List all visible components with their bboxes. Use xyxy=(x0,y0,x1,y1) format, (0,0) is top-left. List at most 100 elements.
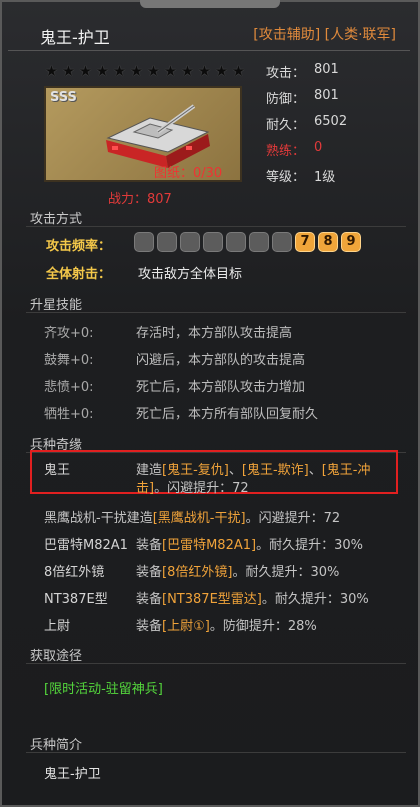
bond-effect: 。耐久提升：30% xyxy=(261,592,369,607)
section-skills-title: 升星技能 xyxy=(30,298,83,313)
star-icon: ★ xyxy=(44,62,59,80)
star-icon: ★ xyxy=(95,62,110,80)
bond-prefix: 建造 xyxy=(136,463,163,478)
bond-name: 黑鹰战机-干扰 xyxy=(44,511,127,526)
bond-effect: 。防御提升：28% xyxy=(209,619,317,634)
stat-label-defense: 防御： xyxy=(266,92,306,107)
star-icon: ★ xyxy=(129,62,144,80)
divider xyxy=(26,752,406,753)
frequency-slot-empty xyxy=(134,232,154,252)
attack-frequency-slots: 7 8 9 xyxy=(134,232,361,252)
aoe-shot-desc: 攻击敌方全体目标 xyxy=(138,267,243,282)
divider xyxy=(26,226,406,227)
bond-link[interactable]: [上尉①] xyxy=(162,619,210,634)
bond-prefix: 建造 xyxy=(126,511,153,526)
star-icon: ★ xyxy=(180,62,195,80)
frequency-slot-empty xyxy=(249,232,269,252)
skill-name: 牺牲+0: xyxy=(44,407,94,422)
skill-name: 齐攻+0: xyxy=(44,326,94,341)
bond-effect: 。闪避提升：72 xyxy=(154,481,249,496)
frequency-slot-empty xyxy=(203,232,223,252)
bond-name: 上尉 xyxy=(44,619,71,634)
obtain-link[interactable]: [限时活动-驻留神兵] xyxy=(44,678,163,697)
star-icon: ★ xyxy=(231,62,246,80)
skill-desc: 死亡后，本方所有部队回复耐久 xyxy=(136,407,319,422)
bond-desc: 装备[8倍红外镜]。耐久提升：30% xyxy=(136,561,339,580)
stat-label-durability: 耐久： xyxy=(266,118,306,133)
section-attack-title: 攻击方式 xyxy=(30,212,83,227)
bond-link[interactable]: [黑鹰战机-干扰] xyxy=(153,511,246,526)
bond-prefix: 装备 xyxy=(136,619,163,634)
stat-label-attack: 攻击： xyxy=(266,66,306,81)
bond-desc: 装备[上尉①]。防御提升：28% xyxy=(136,615,317,634)
combat-power: 战力：807 xyxy=(108,192,172,207)
bond-separator: 、 xyxy=(228,463,242,478)
bond-link[interactable]: [鬼王-冲 xyxy=(322,463,371,478)
bond-link[interactable]: [鬼王-复仇] xyxy=(162,463,229,478)
bond-desc-line2: 击]。闪避提升：72 xyxy=(136,477,249,496)
bond-effect: 。耐久提升：30% xyxy=(232,565,340,580)
frequency-slot-active: 8 xyxy=(318,232,338,252)
star-icon: ★ xyxy=(112,62,127,80)
bond-prefix: 装备 xyxy=(136,565,163,580)
frequency-slot-active: 9 xyxy=(341,232,361,252)
bond-name: 8倍红外镜 xyxy=(44,565,105,580)
section-obtain-title: 获取途径 xyxy=(30,649,83,664)
tag-faction: [人类·联军] xyxy=(324,27,396,43)
frequency-slot-empty xyxy=(180,232,200,252)
bond-desc-line1: 建造[鬼王-复仇]、[鬼王-欺诈]、[鬼王-冲 xyxy=(136,459,371,478)
aoe-shot-label: 全体射击： xyxy=(46,267,112,282)
star-icon: ★ xyxy=(163,62,178,80)
bond-prefix: 装备 xyxy=(136,592,163,607)
frequency-slot-empty xyxy=(226,232,246,252)
stat-value-attack: 801 xyxy=(314,62,339,77)
star-icon: ★ xyxy=(61,62,76,80)
panel-top-cap xyxy=(140,0,280,8)
skill-desc: 闪避后，本方部队的攻击提高 xyxy=(136,353,306,368)
star-icon: ★ xyxy=(78,62,93,80)
attack-frequency-label: 攻击频率： xyxy=(46,239,112,254)
star-rating: ★ ★ ★ ★ ★ ★ ★ ★ ★ ★ ★ ★ xyxy=(44,64,246,80)
divider xyxy=(26,663,406,664)
bond-link[interactable]: [NT387E型雷达] xyxy=(162,592,262,607)
skill-desc: 存活时，本方部队攻击提高 xyxy=(136,326,293,341)
bond-desc: 装备[NT387E型雷达]。耐久提升：30% xyxy=(136,588,369,607)
stat-value-durability: 6502 xyxy=(314,114,348,129)
star-icon: ★ xyxy=(146,62,161,80)
frequency-slot-empty xyxy=(157,232,177,252)
bond-link[interactable]: 击] xyxy=(136,481,154,496)
divider xyxy=(8,50,410,51)
skill-name: 鼓舞+0: xyxy=(44,353,94,368)
bond-link[interactable]: [鬼王-欺诈] xyxy=(242,463,309,478)
unit-tags: [攻击辅助] [人类·联军] xyxy=(253,24,396,44)
bond-row: 黑鹰战机-干扰建造[黑鹰战机-干扰]。闪避提升：72 xyxy=(44,507,340,526)
bond-name: 鬼王 xyxy=(44,463,71,478)
stat-value-defense: 801 xyxy=(314,88,339,103)
divider xyxy=(26,312,406,313)
bond-separator: 、 xyxy=(308,463,322,478)
stat-value-proficiency: 0 xyxy=(314,140,323,155)
tag-role: [攻击辅助] xyxy=(253,27,321,43)
bond-effect: 。耐久提升：30% xyxy=(256,538,363,553)
bond-name: 巴雷特M82A1 xyxy=(44,538,128,553)
section-intro-title: 兵种简介 xyxy=(30,738,83,753)
skill-name: 悲愤+0: xyxy=(44,380,94,395)
bond-desc: 装备[巴雷特M82A1]。耐久提升：30% xyxy=(136,534,363,553)
unit-title: 鬼王-护卫 xyxy=(40,28,110,47)
bond-link[interactable]: [巴雷特M82A1] xyxy=(162,538,256,553)
star-icon: ★ xyxy=(214,62,229,80)
frequency-slot-empty xyxy=(272,232,292,252)
blueprint-count: 图纸：0/30 xyxy=(154,166,223,181)
stat-label-level: 等级： xyxy=(266,170,306,185)
star-icon: ★ xyxy=(197,62,212,80)
stat-label-proficiency: 熟练： xyxy=(266,144,306,159)
skill-desc: 死亡后，本方部队攻击力增加 xyxy=(136,380,306,395)
frequency-slot-active: 7 xyxy=(295,232,315,252)
rarity-badge: SSS xyxy=(50,90,77,105)
bond-name: NT387E型 xyxy=(44,592,108,607)
bond-link[interactable]: [8倍红外镜] xyxy=(162,565,232,580)
bond-prefix: 装备 xyxy=(136,538,163,553)
bond-effect: 。闪避提升：72 xyxy=(245,511,341,526)
intro-text: 鬼王-护卫 xyxy=(44,767,101,782)
stat-value-level: 1级 xyxy=(314,170,336,185)
